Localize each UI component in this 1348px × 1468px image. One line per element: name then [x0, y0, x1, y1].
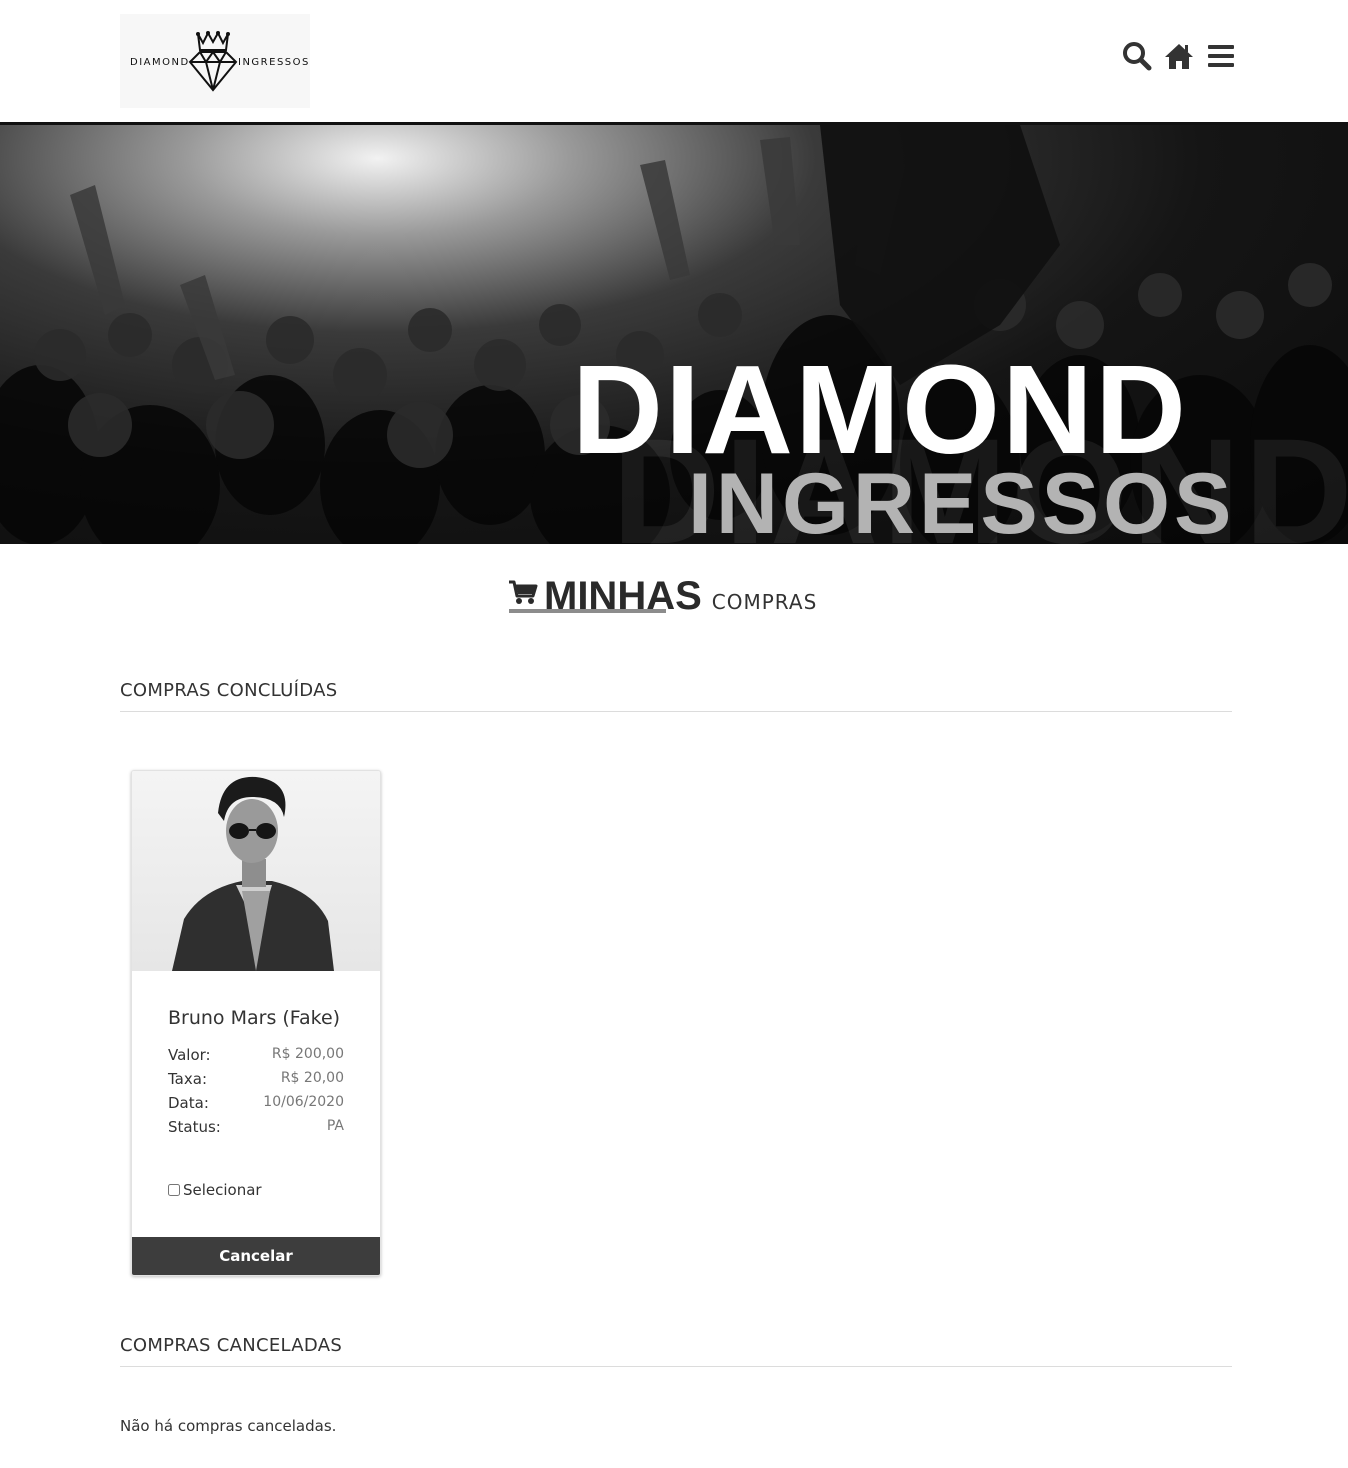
select-option[interactable]: Selecionar	[168, 1181, 262, 1199]
detail-label: Taxa:	[168, 1070, 207, 1088]
search-icon[interactable]	[1122, 41, 1152, 71]
select-label: Selecionar	[183, 1181, 262, 1199]
select-checkbox[interactable]	[168, 1184, 180, 1196]
detail-row-status: Status: PA	[168, 1118, 344, 1142]
detail-value: R$ 20,00	[280, 1070, 344, 1086]
section-divider	[120, 711, 1232, 712]
page-title: MINHAS COMPRAS	[508, 556, 817, 616]
detail-value: R$ 200,00	[271, 1046, 344, 1062]
shopping-cart-icon	[508, 580, 538, 610]
cancelled-section-title: COMPRAS CANCELADAS	[120, 1335, 343, 1356]
detail-row-valor: Valor: R$ 200,00	[168, 1046, 344, 1070]
logo-left-word: DIAMOND	[130, 57, 190, 68]
cancel-button[interactable]: Cancelar	[132, 1237, 380, 1275]
detail-row-data: Data: 10/06/2020	[168, 1094, 344, 1118]
title-underline	[509, 609, 666, 613]
diamond-crown-icon	[188, 30, 238, 92]
empty-state-message: Não há compras canceladas.	[120, 1417, 337, 1435]
page-title-light: COMPRAS	[711, 590, 818, 614]
banner-title-line1: DIAMOND	[572, 339, 1188, 480]
detail-label: Data:	[168, 1094, 209, 1112]
detail-row-taxa: Taxa: R$ 20,00	[168, 1070, 344, 1094]
top-navbar: DIAMOND INGRESSOS	[0, 0, 1348, 125]
header-actions	[1122, 40, 1236, 72]
purchase-card: Bruno Mars (Fake) Valor: R$ 200,00 Taxa:…	[131, 770, 381, 1276]
hero-banner: DIAMOND DIAMOND INGRESSOS	[0, 125, 1348, 544]
event-image	[132, 771, 380, 971]
detail-value: 10/06/2020	[263, 1094, 344, 1110]
status-badge: PA	[326, 1118, 344, 1134]
site-logo[interactable]: DIAMOND INGRESSOS	[120, 14, 310, 108]
section-divider	[120, 1366, 1232, 1367]
menu-icon[interactable]	[1206, 41, 1236, 71]
home-icon[interactable]	[1164, 41, 1194, 71]
event-name: Bruno Mars (Fake)	[168, 1007, 341, 1029]
detail-label: Valor:	[168, 1046, 211, 1064]
logo-right-word: INGRESSOS	[238, 57, 310, 68]
banner-title-line2: INGRESSOS	[688, 456, 1236, 544]
detail-label: Status:	[168, 1118, 221, 1136]
completed-section-title: COMPRAS CONCLUÍDAS	[120, 680, 338, 701]
